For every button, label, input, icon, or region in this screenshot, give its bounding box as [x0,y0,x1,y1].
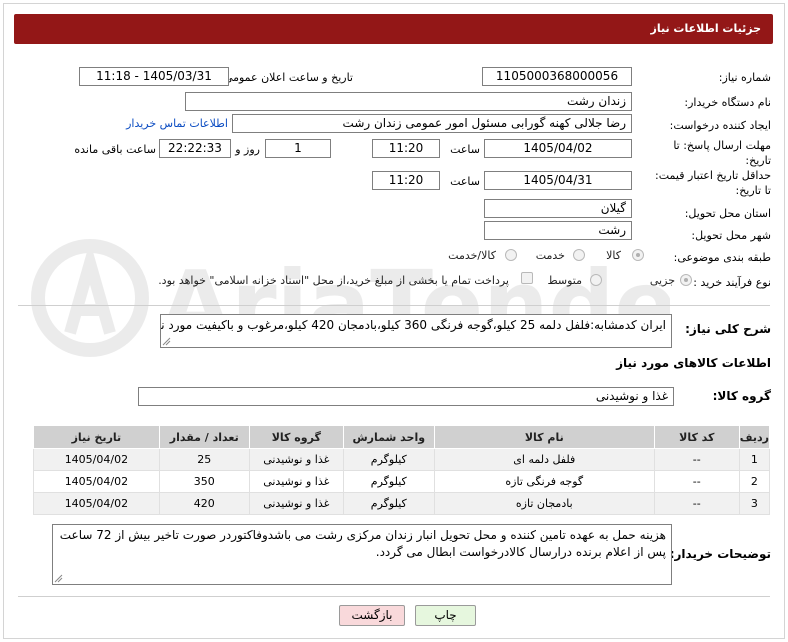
buyer-org-label: نام دستگاه خریدار: [684,96,771,109]
city-label: شهر محل تحویل: [691,229,771,242]
separator-bottom [18,596,770,597]
cell-need-date: 1405/04/02 [33,492,160,515]
reply-deadline-date: 1405/04/02 [484,139,632,158]
page-title: جزئیات اطلاعات نیاز [650,22,762,35]
remaining-time-label: ساعت باقی مانده [74,143,156,156]
description-label: شرح کلی نیاز: [685,322,771,336]
category-option-goods-service: کالا/خدمت [448,249,496,262]
need-number-field: 1105000368000056 [482,67,632,86]
cell-unit: کیلوگرم [342,470,435,493]
col-item-group: گروه کالا [248,425,344,449]
cell-row-number: 3 [738,492,771,515]
goods-group-field: غذا و نوشیدنی [138,387,674,406]
col-need-date: تاریخ نیاز [33,425,160,449]
back-button[interactable]: بازگشت [339,605,405,626]
cell-quantity: 350 [158,470,250,493]
price-deadline-label: حداقل تاریخ اعتبار قیمت: تا تاریخ: [655,168,771,198]
reply-deadline-label: مهلت ارسال پاسخ: تا تاریخ: [673,138,771,168]
goods-section-title: اطلاعات کالاهای مورد نیاز [616,356,771,370]
process-option-minor: جزیی [649,274,675,287]
cell-need-date: 1405/04/02 [33,470,160,493]
cell-item-code: -- [653,470,740,493]
requester-label: ایجاد کننده درخواست: [669,119,771,132]
province-label: استان محل تحویل: [684,207,771,220]
table-row: 1 -- فلفل دلمه ای کیلوگرم غذا و نوشیدنی … [33,448,771,471]
description-text: ایران کدمشابه:فلفل دلمه 25 کیلو،گوجه فرن… [161,318,666,332]
description-resize-grip[interactable] [162,337,171,346]
goods-table-header: ردیف کد کالا نام کالا واحد شمارش گروه کا… [33,425,771,449]
cell-quantity: 420 [158,492,250,515]
process-option-medium: متوسط [547,274,582,287]
category-option-service: خدمت [535,249,565,262]
separator-top [18,305,770,306]
city-field: رشت [484,221,632,240]
price-deadline-label-line2: تا تاریخ: [735,184,771,197]
treasury-payment-checkbox[interactable] [521,272,533,284]
category-option-goods: کالا [606,249,621,262]
cell-item-name: بادمجان تازه [433,492,655,515]
table-row: 2 -- گوجه فرنگی تازه کیلوگرم غذا و نوشید… [33,470,771,493]
category-label: طبقه بندی موضوعی: [673,251,771,264]
announce-date-field: 1405/03/31 - 11:18 [79,67,229,86]
goods-table: ردیف کد کالا نام کالا واحد شمارش گروه کا… [33,425,771,515]
treasury-payment-note: پرداخت تمام یا بخشی از مبلغ خرید،از محل … [158,274,509,287]
reply-deadline-label-line2: تاریخ: [745,154,771,167]
buyer-org-field: زندان رشت [185,92,632,111]
cell-item-group: غذا و نوشیدنی [248,470,344,493]
table-row: 3 -- بادمجان تازه کیلوگرم غذا و نوشیدنی … [33,492,771,515]
requester-field: رضا جلالی کهنه گورابی مسئول امور عمومی ز… [232,114,632,133]
buyer-notes-field: هزینه حمل به عهده تامین کننده و محل تحوی… [52,524,672,585]
need-number-label: شماره نیاز: [718,71,771,84]
buyer-contact-link[interactable]: اطلاعات تماس خریدار [126,117,228,130]
reply-deadline-label-line1: مهلت ارسال پاسخ: تا [673,139,771,152]
cell-row-number: 1 [738,448,771,471]
cell-row-number: 2 [738,470,771,493]
process-label: نوع فرآیند خرید : [693,276,771,289]
price-deadline-date: 1405/04/31 [484,171,632,190]
category-radio-goods[interactable] [632,249,644,261]
process-radio-medium[interactable] [590,274,602,286]
cell-unit: کیلوگرم [342,492,435,515]
goods-group-label: گروه کالا: [712,389,771,403]
cell-item-group: غذا و نوشیدنی [248,448,344,471]
cell-need-date: 1405/04/02 [33,448,160,471]
buyer-notes-label: توضیحات خریدار: [669,547,771,561]
cell-item-name: گوجه فرنگی تازه [433,470,655,493]
buyer-notes-resize-grip[interactable] [54,574,63,583]
col-item-name: نام کالا [433,425,655,449]
announce-date-label: تاریخ و ساعت اعلان عمومی: [220,71,353,84]
col-unit: واحد شمارش [342,425,435,449]
price-deadline-label-line1: حداقل تاریخ اعتبار قیمت: [655,169,771,182]
province-field: گیلان [484,199,632,218]
print-button[interactable]: چاپ [415,605,476,626]
reply-days-label: روز و [235,143,260,156]
cell-unit: کیلوگرم [342,448,435,471]
category-radio-goods-service[interactable] [505,249,517,261]
cell-item-group: غذا و نوشیدنی [248,492,344,515]
cell-item-code: -- [653,448,740,471]
reply-days-field: 1 [265,139,331,158]
reply-deadline-time: 11:20 [372,139,440,158]
title-bar: جزئیات اطلاعات نیاز [14,14,773,44]
col-row-number: ردیف [738,425,771,449]
price-deadline-time: 11:20 [372,171,440,190]
category-radio-service[interactable] [573,249,585,261]
reply-deadline-time-label: ساعت [450,143,480,156]
remaining-time-field: 22:22:33 [159,139,231,158]
cell-item-code: -- [653,492,740,515]
col-quantity: تعداد / مقدار [158,425,250,449]
col-item-code: کد کالا [653,425,740,449]
price-deadline-time-label: ساعت [450,175,480,188]
cell-quantity: 25 [158,448,250,471]
description-field: ایران کدمشابه:فلفل دلمه 25 کیلو،گوجه فرن… [160,314,672,348]
buyer-notes-text: هزینه حمل به عهده تامین کننده و محل تحوی… [59,528,666,559]
process-radio-minor[interactable] [680,274,692,286]
cell-item-name: فلفل دلمه ای [433,448,655,471]
